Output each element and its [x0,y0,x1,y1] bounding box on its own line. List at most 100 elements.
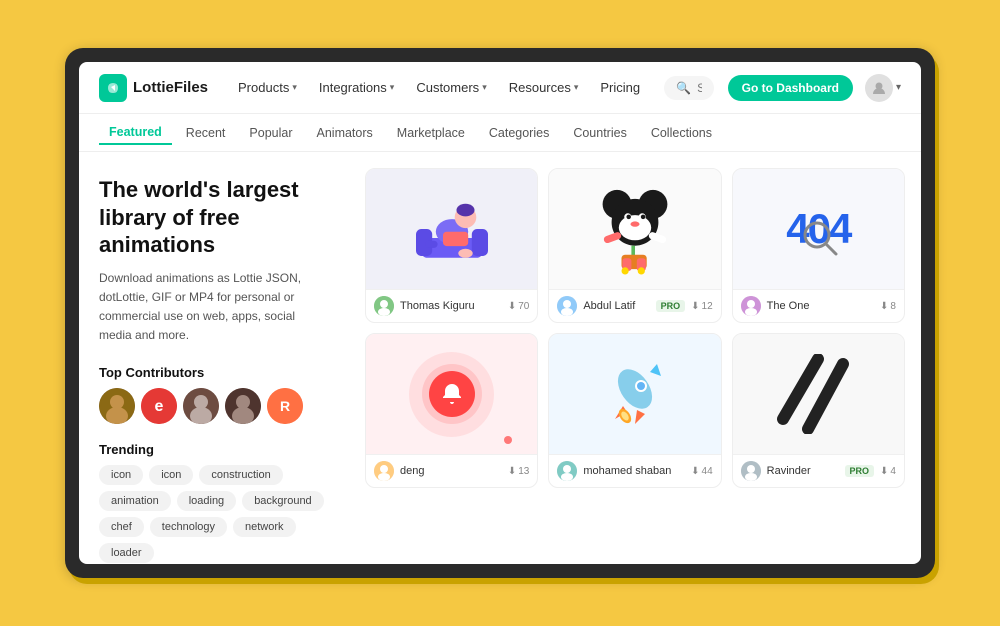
card-downloads-5: ⬇ 44 [691,466,713,477]
card-footer-5: mohamed shaban ⬇ 44 [549,454,720,487]
nav-resources[interactable]: Resources ▾ [499,75,589,100]
card-downloads-1: ⬇ 70 [508,301,530,312]
subnav-popular[interactable]: Popular [239,122,302,144]
contributor-avatar[interactable] [183,388,219,424]
animation-card-6[interactable]: Ravinder PRO ⬇ 4 [732,333,905,488]
card-avatar-3 [741,296,761,316]
chevron-down-icon: ▾ [574,82,579,93]
card-footer-6: Ravinder PRO ⬇ 4 [733,454,904,487]
chevron-down-icon: ▾ [292,82,297,93]
dashboard-button[interactable]: Go to Dashboard [728,75,853,101]
mickey-illustration [590,182,680,277]
svg-text:R: R [280,398,290,414]
animation-card-1[interactable]: Thomas Kiguru ⬇ 70 [365,168,538,323]
animation-card-4[interactable]: deng ⬇ 13 [365,333,538,488]
download-icon: ⬇ [691,466,699,477]
tag-chef[interactable]: chef [99,517,144,537]
tag-background[interactable]: background [242,491,324,511]
tag-animation[interactable]: animation [99,491,171,511]
nav-links: Products ▾ Integrations ▾ Customers ▾ Re… [228,75,650,100]
download-icon: ⬇ [508,466,516,477]
subnav-countries[interactable]: Countries [563,122,637,144]
contributor-avatar[interactable] [225,388,261,424]
subnav-marketplace[interactable]: Marketplace [387,122,475,144]
card-preview-4 [366,334,537,454]
card-downloads-4: ⬇ 13 [508,466,530,477]
user-avatar-container[interactable]: ▾ [865,74,901,102]
card-author-1: Thomas Kiguru [400,300,502,312]
logo-icon [99,74,127,102]
subnav-recent[interactable]: Recent [176,122,236,144]
download-icon: ⬇ [880,466,888,477]
tag-icon1[interactable]: icon [99,465,143,485]
nav-products[interactable]: Products ▾ [228,75,307,100]
left-panel: The world's largest library of free anim… [79,152,349,564]
contributor-avatar[interactable] [99,388,135,424]
tag-loading[interactable]: loading [177,491,236,511]
card-author-4: deng [400,465,502,477]
card-footer-4: deng ⬇ 13 [366,454,537,487]
card-footer-1: Thomas Kiguru ⬇ 70 [366,289,537,322]
main-content: The world's largest library of free anim… [79,152,921,564]
tag-icon2[interactable]: icon [149,465,193,485]
card-preview-5 [549,334,720,454]
alarm-illustration [366,334,537,454]
card-downloads-2: ⬇ 12 [691,301,713,312]
card-avatar-1 [374,296,394,316]
search-icon: 🔍 [676,81,691,95]
chevron-down-icon: ▾ [896,82,901,93]
nav-customers[interactable]: Customers ▾ [406,75,496,100]
card-avatar-4 [374,461,394,481]
subnav-featured[interactable]: Featured [99,121,172,145]
card-avatar-5 [557,461,577,481]
download-icon: ⬇ [691,301,699,312]
contributor-avatar[interactable]: e [141,388,177,424]
avatar [865,74,893,102]
animation-grid: Thomas Kiguru ⬇ 70 [349,152,921,564]
animation-card-5[interactable]: mohamed shaban ⬇ 44 [548,333,721,488]
card-preview-3: 404 [733,169,904,289]
card-author-3: The One [767,300,874,312]
card-avatar-2 [557,296,577,316]
search-input[interactable] [697,81,702,95]
nav-integrations[interactable]: Integrations ▾ [309,75,404,100]
search-bar[interactable]: 🔍 [664,76,713,100]
card-footer-3: The One ⬇ 8 [733,289,904,322]
nav-pricing[interactable]: Pricing [590,75,650,100]
contributors-section: Top Contributors e [99,365,329,424]
animation-card-3[interactable]: 404 The On [732,168,905,323]
card-avatar-6 [741,461,761,481]
logo-text: LottieFiles [133,79,208,96]
card-preview-6 [733,334,904,454]
subnav-collections[interactable]: Collections [641,122,722,144]
card-author-6: Ravinder [767,465,839,477]
diagonal-lines-illustration [733,334,904,454]
animation-card-2[interactable]: Abdul Latif PRO ⬇ 12 [548,168,721,323]
card-preview-1 [366,169,537,289]
browser-window: LottieFiles Products ▾ Integrations ▾ Cu… [79,62,921,564]
person-couch-illustration [407,184,497,274]
tag-construction[interactable]: construction [199,465,282,485]
subnav-animators[interactable]: Animators [307,122,383,144]
contributor-avatars: e R [99,388,329,424]
download-icon: ⬇ [880,301,888,312]
trending-tags: icon icon construction animation loading… [99,465,329,563]
logo[interactable]: LottieFiles [99,74,208,102]
trending-section: Trending icon icon construction animatio… [99,442,329,563]
pro-badge-2: PRO [656,300,686,312]
hero-title: The world's largest library of free anim… [99,176,329,259]
card-author-5: mohamed shaban [583,465,685,477]
tag-network[interactable]: network [233,517,296,537]
404-illustration: 404 [786,205,850,253]
hero-description: Download animations as Lottie JSON, dotL… [99,269,329,346]
pro-badge-6: PRO [845,465,875,477]
card-downloads-6: ⬇ 4 [880,466,896,477]
tag-loader[interactable]: loader [99,543,154,563]
tag-technology[interactable]: technology [150,517,227,537]
sub-nav: Featured Recent Popular Animators Market… [79,114,921,152]
subnav-categories[interactable]: Categories [479,122,559,144]
svg-text:e: e [155,398,164,415]
contributor-avatar[interactable]: R [267,388,303,424]
chevron-down-icon: ▾ [482,82,487,93]
card-footer-2: Abdul Latif PRO ⬇ 12 [549,289,720,322]
